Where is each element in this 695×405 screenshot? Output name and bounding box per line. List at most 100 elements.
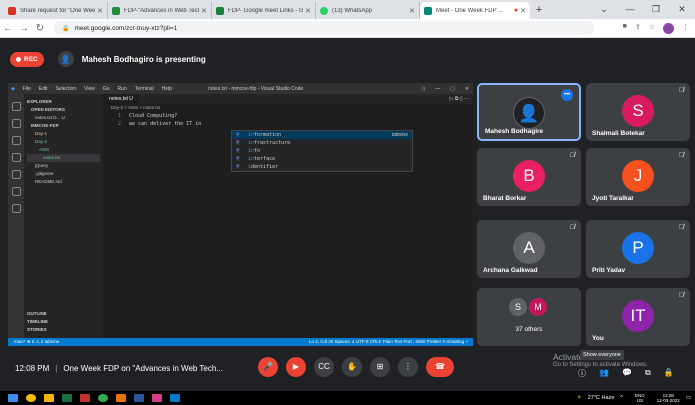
folder-header[interactable]: MMCOE-FDP bbox=[27, 122, 100, 130]
tree-item-readme[interactable]: README.md bbox=[27, 178, 100, 186]
close-tab-icon[interactable]: ✕ bbox=[409, 7, 415, 15]
vscode-taskbar-icon[interactable] bbox=[170, 394, 180, 402]
open-file-item[interactable]: notes.txt D... U bbox=[27, 114, 100, 122]
chat-icon[interactable]: 💬 bbox=[622, 368, 632, 379]
close-tab-icon[interactable]: ✕ bbox=[305, 7, 311, 15]
menu-selection[interactable]: Selection bbox=[56, 86, 77, 92]
participant-tile-mahesh[interactable]: 👤 ••• Mahesh Bodhagire bbox=[477, 83, 581, 141]
browser-tab-gmail[interactable]: Share request for "One Wee ✕ bbox=[4, 2, 108, 19]
file-explorer-icon[interactable] bbox=[44, 394, 54, 402]
menu-terminal[interactable]: Terminal bbox=[135, 86, 154, 92]
raise-hand-button[interactable]: ✋ bbox=[342, 357, 362, 377]
participant-tile-priti[interactable]: P 🎙̸ Priti Yadav bbox=[586, 220, 690, 278]
info-icon[interactable]: ⓘ bbox=[578, 368, 586, 379]
menu-view[interactable]: View bbox=[84, 86, 95, 92]
excel-icon[interactable] bbox=[62, 394, 72, 402]
mic-toggle-button[interactable]: 🎤 bbox=[258, 357, 278, 377]
suggestion-item[interactable]: ⚲ in formation tabnine bbox=[232, 131, 412, 139]
tree-item-gitignore[interactable]: .gitignore bbox=[27, 170, 100, 178]
menu-dots-icon[interactable]: ⋮ bbox=[682, 23, 689, 34]
maximize-button[interactable]: ❐ bbox=[643, 0, 669, 19]
breadcrumb[interactable]: Day-2 > AWS > notes.txt bbox=[103, 104, 473, 112]
menu-file[interactable]: File bbox=[23, 86, 31, 92]
reload-icon[interactable]: ↻ bbox=[32, 23, 48, 34]
more-options-button[interactable]: ⋮ bbox=[398, 357, 418, 377]
browser-tab-meet[interactable]: Meet - One Week FDP ... ● ✕ bbox=[420, 2, 530, 19]
browser-tab-drive[interactable]: FDP-"Advances in Web Tech ✕ bbox=[108, 2, 212, 19]
profile-avatar[interactable]: V bbox=[663, 22, 674, 34]
code-area[interactable]: 1 Cloud Computing? 2 we can deliver the … bbox=[103, 112, 473, 128]
maximize-button[interactable]: ▢ bbox=[450, 86, 455, 92]
language-indicator[interactable]: ENG US bbox=[629, 393, 645, 403]
people-icon[interactable]: 👥 bbox=[599, 368, 609, 379]
stories-header[interactable]: STORIES bbox=[27, 326, 48, 334]
menu-edit[interactable]: Edit bbox=[39, 86, 48, 92]
bookmark-star-icon[interactable]: ☆ bbox=[649, 23, 655, 34]
acrobat-icon[interactable] bbox=[80, 394, 90, 402]
clock[interactable]: 12:08 12-03-2022 bbox=[651, 393, 680, 403]
participant-tile-others[interactable]: S M 37 others bbox=[477, 288, 581, 346]
outline-header[interactable]: OUTLINE bbox=[27, 310, 48, 318]
minimize-button[interactable]: — bbox=[617, 0, 643, 19]
weather-text[interactable]: 27°C Haze bbox=[588, 395, 615, 401]
tab-search-icon[interactable]: ⌄ bbox=[591, 0, 617, 19]
lock-icon[interactable]: 🔒 bbox=[664, 368, 674, 379]
activities-icon[interactable]: ⧉ bbox=[645, 368, 651, 379]
editor-action-icons[interactable]: ▷ ⧉ ▯ ⋯ bbox=[450, 94, 469, 104]
back-arrow-icon[interactable]: ← bbox=[0, 23, 16, 34]
url-field[interactable]: 🔒 meet.google.com/zcr-tnuy-xtz?pli=1 bbox=[54, 21, 594, 35]
camera-toggle-button[interactable]: ▶ bbox=[286, 357, 306, 377]
firefox-icon[interactable] bbox=[116, 394, 126, 402]
windows-start-icon[interactable] bbox=[8, 394, 18, 402]
tree-item-day1[interactable]: Day-1 bbox=[27, 130, 100, 138]
suggestion-item[interactable]: ⚲ i dentifier bbox=[232, 163, 412, 171]
close-window-button[interactable]: ✕ bbox=[669, 0, 695, 19]
forward-arrow-icon[interactable]: → bbox=[16, 23, 32, 34]
end-call-button[interactable]: ☎ bbox=[426, 357, 454, 377]
recording-badge[interactable]: REC bbox=[10, 51, 44, 67]
files-icon[interactable] bbox=[11, 102, 21, 111]
layout-icon[interactable]: ▯ bbox=[422, 86, 425, 92]
editor-tab-notes[interactable]: notes.txt U bbox=[103, 94, 139, 104]
notification-icon[interactable]: ▭ bbox=[686, 395, 691, 401]
timeline-header[interactable]: TIMELINE bbox=[27, 318, 48, 326]
search-icon[interactable] bbox=[11, 119, 21, 128]
account-icon[interactable] bbox=[11, 204, 21, 213]
source-control-icon[interactable] bbox=[11, 136, 21, 145]
status-left[interactable]: main* ⊗ 0 ⚠ 0 tabnine bbox=[14, 338, 59, 346]
close-tab-icon[interactable]: ✕ bbox=[520, 7, 526, 15]
tree-item-notes[interactable]: notes.txt bbox=[27, 154, 100, 162]
suggestion-item[interactable]: ⚲ in frastructure bbox=[232, 139, 412, 147]
run-debug-icon[interactable] bbox=[11, 153, 21, 162]
participant-tile-shalmali[interactable]: S 🎙̸ Shalmali Botekar bbox=[586, 83, 690, 141]
tree-item-day2[interactable]: Day-2 bbox=[27, 138, 100, 146]
tray-chevron-icon[interactable]: ^ bbox=[620, 395, 623, 401]
tree-item-jquery[interactable]: jQuery bbox=[27, 162, 100, 170]
chrome-icon[interactable] bbox=[26, 394, 36, 402]
present-button[interactable]: ⊞ bbox=[370, 357, 390, 377]
close-button[interactable]: ✕ bbox=[465, 86, 469, 92]
open-editors-header[interactable]: OPEN EDITORS bbox=[27, 106, 100, 114]
menu-run[interactable]: Run bbox=[118, 86, 127, 92]
browser-tab-sheets[interactable]: FDP- Google meet Links - Go ✕ bbox=[212, 2, 316, 19]
participant-tile-bharat[interactable]: B 🎙̸ Bharat Borkar bbox=[477, 148, 581, 206]
participant-tile-archana[interactable]: A 🎙̸ Archana Gaikwad bbox=[477, 220, 581, 278]
captions-button[interactable]: CC bbox=[314, 357, 334, 377]
new-tab-button[interactable]: + bbox=[530, 2, 548, 19]
suggestion-item[interactable]: ⚲ in terface bbox=[232, 155, 412, 163]
chrome-browser-icon[interactable] bbox=[98, 394, 108, 402]
close-tab-icon[interactable]: ✕ bbox=[97, 7, 103, 15]
remote-icon[interactable] bbox=[11, 187, 21, 196]
suggestion-item[interactable]: ⚲ in fo bbox=[232, 147, 412, 155]
status-right[interactable]: Ln 2, Col 30 Spaces: 4 UTF-8 CRLF Plain … bbox=[309, 338, 469, 346]
share-icon[interactable]: ⇪ bbox=[635, 23, 641, 34]
participant-tile-you[interactable]: IT 🎙̸ You bbox=[586, 288, 690, 346]
word-icon[interactable] bbox=[134, 394, 144, 402]
minimize-button[interactable]: — bbox=[435, 86, 440, 92]
tree-item-aws[interactable]: AWS bbox=[27, 146, 100, 154]
paint-icon[interactable] bbox=[152, 394, 162, 402]
close-tab-icon[interactable]: ✕ bbox=[201, 7, 207, 15]
menu-go[interactable]: Go bbox=[103, 86, 110, 92]
menu-help[interactable]: Help bbox=[162, 86, 172, 92]
extensions-icon[interactable] bbox=[11, 170, 21, 179]
